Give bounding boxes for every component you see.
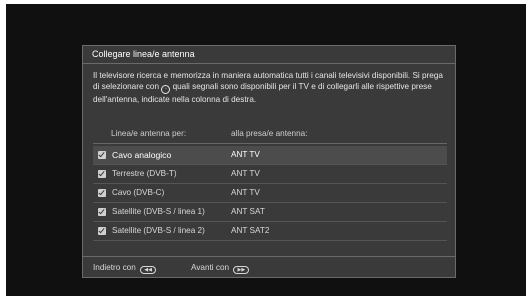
next-label: Avanti con [191,263,230,272]
list-item-label: Cavo analogico [112,150,172,160]
list-item-satellite-2[interactable]: Satellite (DVB-S / linea 2) ANT SAT2 [93,222,447,241]
back-label: Indietro con [93,263,136,272]
header-divider [93,143,447,144]
next-button[interactable]: Avanti con ▶▶ [191,257,250,278]
forward-button-icon: ▶▶ [233,266,250,274]
antenna-setup-dialog: Collegare linea/e antenna Il televisore … [82,45,456,278]
checkbox-icon[interactable] [98,208,106,216]
column-header-socket: alla presa/e antenna: [231,129,308,138]
rewind-button-icon: ◀◀ [140,266,157,274]
list-item-port: ANT SAT [231,207,265,216]
antenna-list: Cavo analogico ANT TV Terrestre (DVB-T) … [93,146,447,241]
dialog-title: Collegare linea/e antenna [83,46,455,64]
checkbox-icon[interactable] [98,151,106,159]
column-header-line: Linea/e antenna per: [111,129,187,138]
dialog-footer: Indietro con ◀◀ Avanti con ▶▶ [83,256,455,278]
list-item-label: Satellite (DVB-S / linea 1) [112,207,205,216]
tv-screen: Collegare linea/e antenna Il televisore … [6,4,526,296]
list-item-port: ANT TV [231,169,260,178]
list-item-port: ANT TV [231,188,260,197]
list-item-satellite-1[interactable]: Satellite (DVB-S / linea 1) ANT SAT [93,203,447,222]
list-item-label: Cavo (DVB-C) [112,188,165,197]
list-item-port: ANT SAT2 [231,226,270,235]
list-item-terrestre[interactable]: Terrestre (DVB-T) ANT TV [93,165,447,184]
dialog-description: Il televisore ricerca e memorizza in man… [93,70,445,105]
list-item-port: ANT TV [231,150,260,159]
checkbox-icon[interactable] [98,189,106,197]
list-item-cavo-analogico[interactable]: Cavo analogico ANT TV [93,146,447,165]
ok-button-icon: ◦ [161,85,171,94]
list-item-label: Satellite (DVB-S / linea 2) [112,226,205,235]
checkbox-icon[interactable] [98,227,106,235]
checkbox-icon[interactable] [98,170,106,178]
back-button[interactable]: Indietro con ◀◀ [93,257,157,278]
list-item-label: Terrestre (DVB-T) [112,169,177,178]
list-item-cavo-dvbc[interactable]: Cavo (DVB-C) ANT TV [93,184,447,203]
